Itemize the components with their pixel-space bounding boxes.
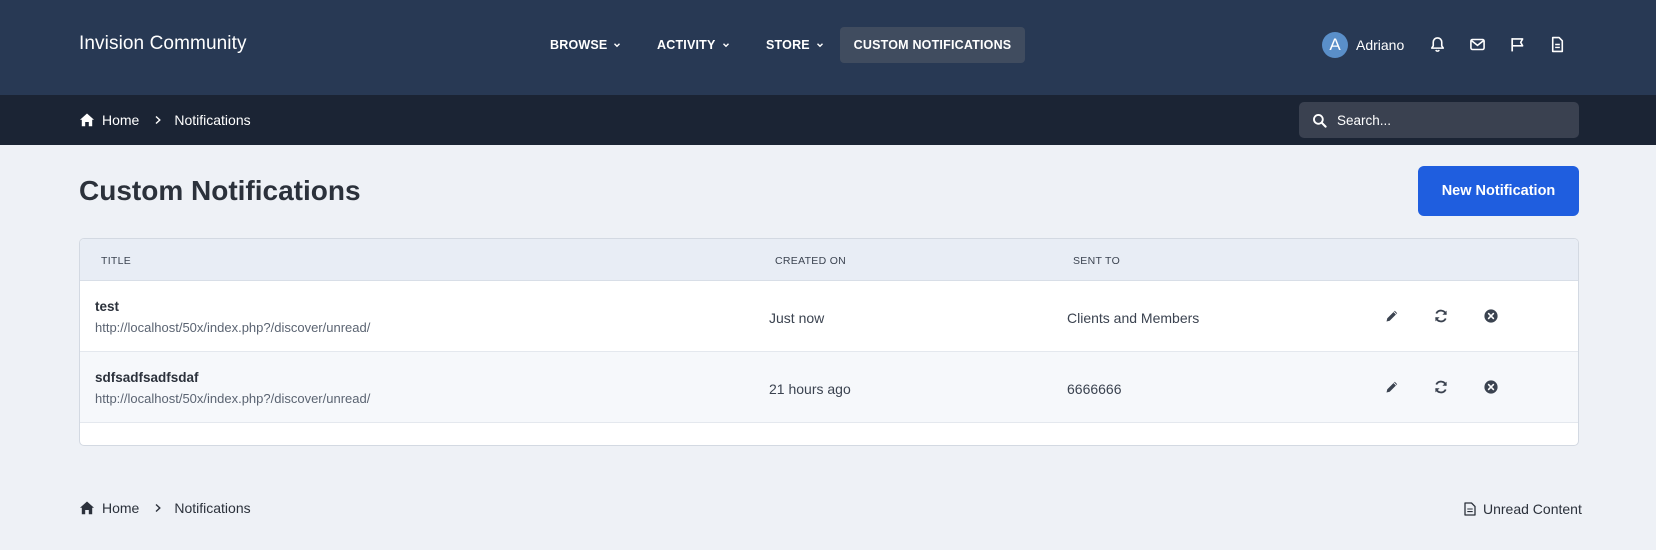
delete-icon[interactable] [1483,308,1499,324]
delete-icon[interactable] [1483,379,1499,395]
notification-title: test [95,299,120,314]
document-icon[interactable] [1549,36,1566,53]
envelope-icon[interactable] [1469,36,1486,53]
footer-breadcrumb-current[interactable]: Notifications [174,500,250,516]
nav-activity[interactable]: ACTIVITY [657,27,730,63]
nav-custom-notifications[interactable]: CUSTOM NOTIFICATIONS [840,27,1025,63]
table-row: sdfsadfsadfsdaf http://localhost/50x/ind… [80,352,1578,423]
search-box[interactable] [1299,102,1579,138]
edit-icon[interactable] [1384,308,1400,324]
flag-icon[interactable] [1509,36,1526,53]
notification-sent-to: Clients and Members [1067,310,1200,326]
table-header: TITLE CREATED ON SENT TO [80,239,1578,281]
chevron-down-icon [816,43,823,48]
edit-icon[interactable] [1384,379,1400,395]
nav-store-label: STORE [766,38,810,52]
nav-browse-label: BROWSE [550,38,608,52]
chevron-right-icon [155,503,162,513]
notification-url: http://localhost/50x/index.php?/discover… [95,391,371,406]
user-menu[interactable]: A Adriano [1322,32,1404,58]
document-icon [1464,502,1476,516]
unread-content-label: Unread Content [1483,501,1582,517]
notifications-table: TITLE CREATED ON SENT TO test http://loc… [79,238,1579,446]
chevron-down-icon [614,43,621,48]
refresh-icon[interactable] [1433,308,1449,324]
notification-created: Just now [769,310,825,326]
site-header: Invision Community BROWSE ACTIVITY STORE… [0,0,1656,95]
footer-breadcrumb-home[interactable]: Home [102,500,139,516]
notification-sent-to: 6666666 [1067,381,1122,397]
breadcrumb-current[interactable]: Notifications [174,112,250,128]
breadcrumb-home[interactable]: Home [102,112,139,128]
chevron-down-icon [722,43,729,48]
unread-content-link[interactable]: Unread Content [1464,501,1582,517]
column-header-sent-to: SENT TO [1073,255,1121,267]
user-name: Adriano [1356,37,1405,53]
search-input[interactable] [1337,112,1567,128]
home-icon [80,113,94,127]
table-row: test http://localhost/50x/index.php?/dis… [80,281,1578,352]
notification-created: 21 hours ago [769,381,851,397]
column-header-created-on: CREATED ON [775,255,847,267]
nav-browse[interactable]: BROWSE [550,27,621,63]
search-icon [1313,113,1327,128]
new-notification-button[interactable]: New Notification [1418,166,1579,216]
breadcrumb: Home Notifications [79,112,251,128]
bell-icon[interactable] [1429,36,1446,53]
page-title: Custom Notifications [79,175,361,206]
avatar: A [1322,32,1348,58]
notification-title: sdfsadfsadfsdaf [95,370,199,385]
chevron-right-icon [155,115,162,125]
refresh-icon[interactable] [1433,379,1449,395]
footer-breadcrumb: Home Notifications [79,500,251,516]
nav-activity-label: ACTIVITY [657,38,716,52]
notification-url: http://localhost/50x/index.php?/discover… [95,320,371,335]
nav-store[interactable]: STORE [766,27,824,63]
home-icon [80,501,94,515]
column-header-title: TITLE [101,255,132,267]
site-brand[interactable]: Invision Community [79,33,247,55]
nav-custom-notifications-label: CUSTOM NOTIFICATIONS [853,38,1012,52]
